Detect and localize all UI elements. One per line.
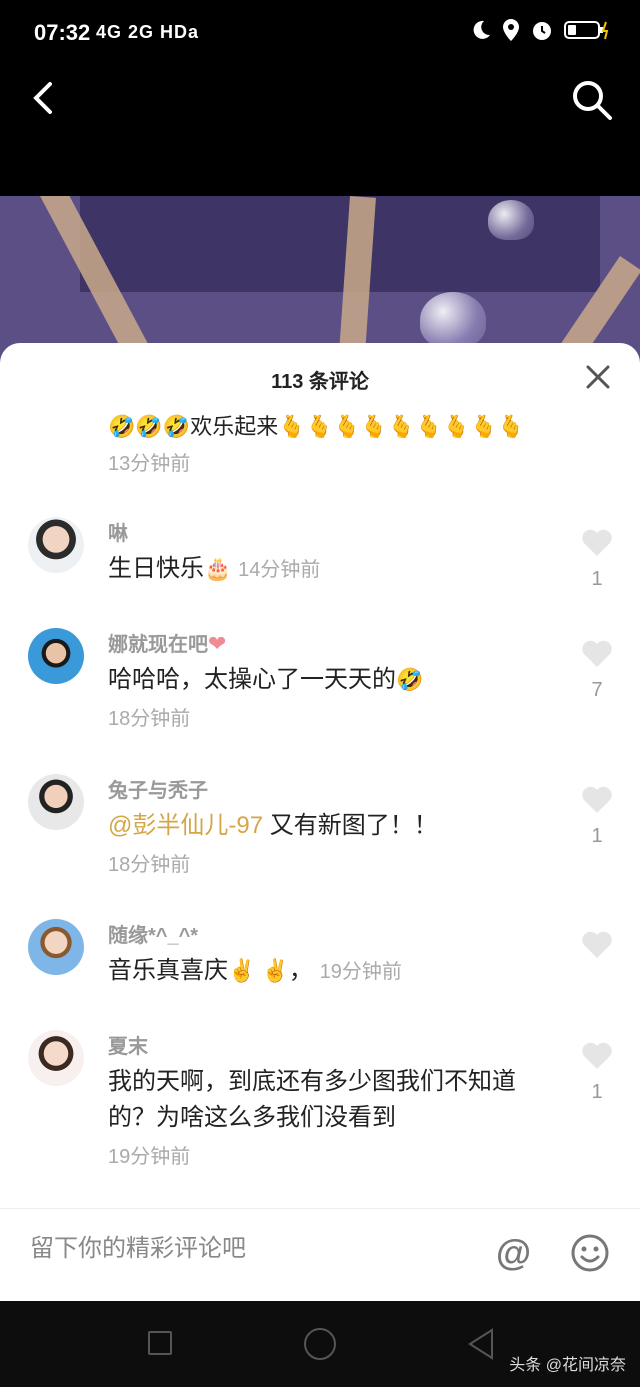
heart-emoji: ❤ [208,631,227,656]
comment-body: 又有新图了！！ [263,812,438,839]
mention-link[interactable]: @彭半仙儿-97 [108,812,263,839]
search-button[interactable] [570,78,614,122]
location-icon [502,18,520,47]
laughing-tears-emoji: 🤣 [396,667,424,692]
network-indicator: 4G 2G HDa [96,22,200,42]
like-button[interactable]: 7 [580,640,614,702]
close-icon [586,365,610,389]
comment-username[interactable]: 随缘*^_^* [108,919,198,948]
like-count: 1 [591,825,603,847]
comment-time: 18分钟前 [108,708,191,730]
status-time: 07:32 [34,20,91,45]
avatar[interactable] [28,1030,84,1086]
watermark: 头条 @花间凉奈 [509,1357,626,1374]
comment-item: 夏末 我的天啊，到底还有多少图我们不知道的？为啥这么多我们没看到 19分钟前 1 [0,1030,640,1200]
heart-icon [582,931,612,958]
comment-text: 生日快乐🎂 14分钟前 [108,551,548,588]
comment-item: 娜就现在吧❤ 哈哈哈，太操心了一天天的🤣 18分钟前 7 [0,628,640,768]
like-button[interactable]: 1 [580,786,614,848]
like-button[interactable]: 1 [580,529,614,591]
comment-username[interactable]: 娜就现在吧❤ [108,628,226,657]
avatar[interactable] [28,774,84,830]
home-button[interactable] [304,1328,336,1360]
laughing-tears-emoji: 🤣🤣🤣 [108,414,191,439]
victory-hand-emoji: ✌️ ✌️ [228,958,289,983]
back-button[interactable] [24,76,68,120]
comment-text: @彭半仙儿-97 又有新图了！！ [108,808,548,844]
comment-username[interactable]: 啉 [108,517,128,546]
emoji-button[interactable] [570,1233,610,1273]
like-count: 7 [591,679,603,701]
comment-body: 生日快乐 [108,555,204,582]
top-bar [0,64,640,196]
status-bar: 07:32 4G 2G HDa [0,0,640,64]
comment-time: 19分钟前 [319,961,402,983]
comment-item: 啉 生日快乐🎂 14分钟前 1 [0,517,640,627]
username-text: 娜就现在吧 [108,634,208,656]
comment-username[interactable]: 夏末 [108,1030,148,1059]
back-arrow-icon [33,82,52,114]
comment-text: 我的天啊，到底还有多少图我们不知道的？为啥这么多我们没看到 [108,1068,516,1131]
heart-icon [582,1042,612,1069]
comments-count-title: 113 条评论 [271,371,369,393]
triangle-back-icon [468,1328,493,1360]
heart-icon [582,529,612,556]
moon-icon [470,19,492,46]
heart-bubble [420,292,486,348]
comment-item: 随缘*^_^* 音乐真喜庆✌️ ✌️， 19分钟前 [0,919,640,1029]
avatar[interactable] [28,919,84,975]
system-back-button[interactable] [466,1327,496,1366]
comment-username[interactable]: 兔子与秃子 [108,774,208,803]
comment-body: 哈哈哈，太操心了一天天的 [108,666,396,693]
close-button[interactable] [584,363,612,391]
mention-button[interactable]: @ [496,1233,531,1273]
heart-bubble [488,200,534,240]
birthday-cake-emoji: 🎂 [204,556,232,581]
search-icon [573,81,612,120]
recent-apps-button[interactable] [148,1331,172,1355]
comment-time: 13分钟前 [108,453,191,475]
comment-text: 哈哈哈，太操心了一天天的🤣 [108,662,548,698]
like-count: 1 [591,568,603,590]
comment-time: 14分钟前 [238,559,321,581]
comment-text: 欢乐起来 [190,414,279,439]
avatar[interactable] [28,628,84,684]
comment-input[interactable] [30,1235,450,1263]
comment-time: 18分钟前 [108,854,191,876]
smiley-icon [571,1234,609,1272]
comment-item: 兔子与秃子 @彭半仙儿-97 又有新图了！！ 18分钟前 1 [0,774,640,914]
alarm-icon [530,18,554,47]
finger-heart-emoji: 🫰🫰🫰🫰🫰🫰🫰🫰🫰 [278,414,525,439]
comment-suffix: ， [288,957,313,984]
battery-icon [564,19,610,46]
like-button[interactable] [580,931,614,970]
comment-time: 19分钟前 [108,1146,191,1168]
status-icons [470,18,610,47]
comments-sheet: 113 条评论 🤣🤣🤣欢乐起来🫰🫰🫰🫰🫰🫰🫰🫰🫰 13分钟前 啉 生日快乐🎂 1… [0,343,640,1301]
heart-icon [582,640,612,667]
comment-text: 音乐真喜庆✌️ ✌️， 19分钟前 [108,953,548,990]
avatar[interactable] [28,517,84,573]
heart-icon [582,786,612,813]
comment-body: 音乐真喜庆 [108,957,228,984]
like-count: 1 [591,1081,603,1103]
system-nav-bar: 头条 @花间凉奈 [0,1301,640,1387]
comment-input-bar: @ [0,1209,640,1301]
like-button[interactable]: 1 [580,1042,614,1104]
comment-item: 🤣🤣🤣欢乐起来🫰🫰🫰🫰🫰🫰🫰🫰🫰 13分钟前 [108,409,548,482]
